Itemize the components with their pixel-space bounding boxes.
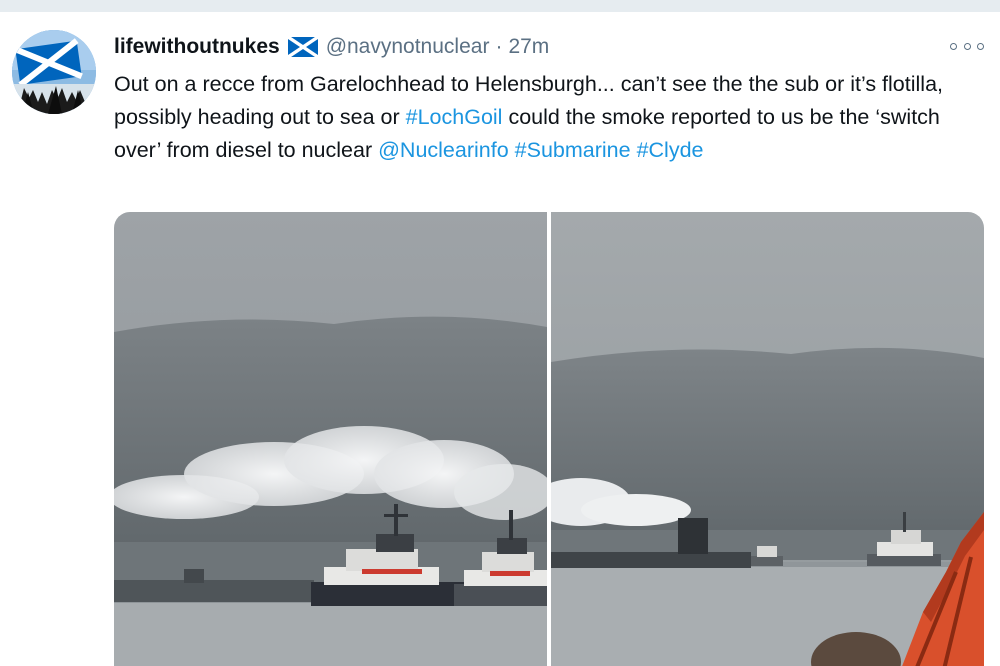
timeline-top-divider <box>0 0 1000 12</box>
scotland-flag-icon <box>287 37 318 57</box>
photo-submarine-tugs[interactable] <box>114 212 547 666</box>
separator-dot: · <box>495 35 503 58</box>
tweet-card[interactable]: lifewithoutnukes @navynotnuclear · 27m O… <box>0 12 1000 666</box>
more-options-icon[interactable] <box>950 38 984 54</box>
hashtag-clyde[interactable]: #Clyde <box>637 138 704 162</box>
media-grid <box>114 212 984 666</box>
photo-submarine-distance[interactable] <box>551 212 984 666</box>
tweet-header: lifewithoutnukes @navynotnuclear · 27m <box>114 34 549 60</box>
timestamp[interactable]: 27m <box>508 35 549 59</box>
display-name[interactable]: lifewithoutnukes <box>114 35 280 59</box>
hashtag-lochgoil[interactable]: #LochGoil <box>406 105 503 129</box>
hashtag-submarine[interactable]: #Submarine <box>515 138 631 162</box>
mention-nuclearinfo[interactable]: @Nuclearinfo <box>378 138 509 162</box>
tweet-text: Out on a recce from Garelochhead to Hele… <box>114 68 990 167</box>
profile-avatar[interactable] <box>12 30 96 114</box>
avatar-image <box>12 30 96 114</box>
user-handle[interactable]: @navynotnuclear <box>326 35 490 59</box>
